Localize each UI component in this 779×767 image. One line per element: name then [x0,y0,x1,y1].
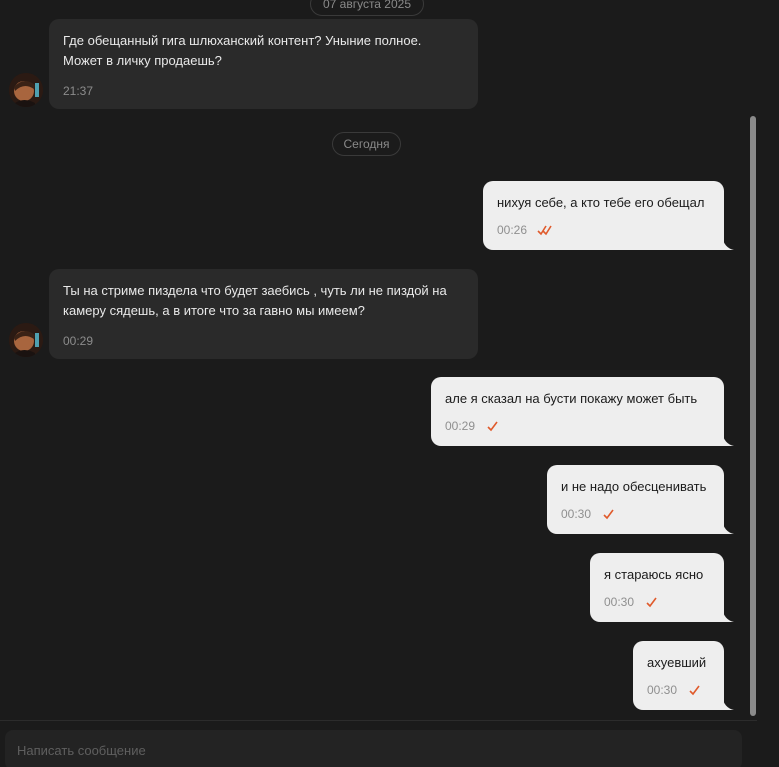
contact-avatar[interactable] [9,323,43,357]
message-time: 21:37 [63,84,94,98]
incoming-message: Ты на стриме пиздела что будет заебись ,… [49,269,478,359]
message-time: 00:26 [497,223,528,237]
outgoing-message: и не надо обесценивать 00:30 [547,465,734,534]
outgoing-message: але я сказал на бусти покажу может быть … [431,377,734,446]
check-icon [603,509,614,520]
message-time: 00:30 [604,595,635,609]
bubble-tail [722,432,734,446]
message-text: нихуя себе, а кто тебе его обещал [497,195,705,210]
outgoing-message: я стараюсь ясно 00:30 [590,553,734,622]
message-text: и не надо обесценивать [561,479,707,494]
outgoing-message: нихуя себе, а кто тебе его обещал 00:26 [483,181,734,250]
date-separator: 07 августа 2025 [310,0,424,16]
message-input[interactable] [5,730,742,767]
message-time: 00:29 [63,334,94,348]
bubble-tail [722,520,734,534]
incoming-message: Где обещанный гига шлюханский контент? У… [49,19,478,109]
check-icon [487,421,498,432]
outgoing-message: ахуевший 00:30 [633,641,734,710]
chat-window: 07 августа 2025 Где обещанный гига шлюха… [0,0,779,767]
bubble-tail [722,608,734,622]
scrollbar-thumb[interactable] [750,116,756,716]
message-time: 00:29 [445,419,476,433]
message-time: 00:30 [647,683,678,697]
message-text: але я сказал на бусти покажу может быть [445,391,698,406]
message-text: Ты на стриме пиздела что будет заебись ,… [63,283,447,318]
double-check-icon [537,225,552,236]
composer-divider [0,720,757,721]
check-icon [646,597,657,608]
message-time: 00:30 [561,507,592,521]
message-text: я стараюсь ясно [604,567,704,582]
contact-avatar[interactable] [9,73,43,107]
bubble-tail [722,696,734,710]
message-text: ахуевший [647,655,707,670]
date-separator-today: Сегодня [332,132,401,156]
message-text: Где обещанный гига шлюханский контент? У… [63,33,422,68]
bubble-tail [722,236,734,250]
check-icon [689,685,700,696]
